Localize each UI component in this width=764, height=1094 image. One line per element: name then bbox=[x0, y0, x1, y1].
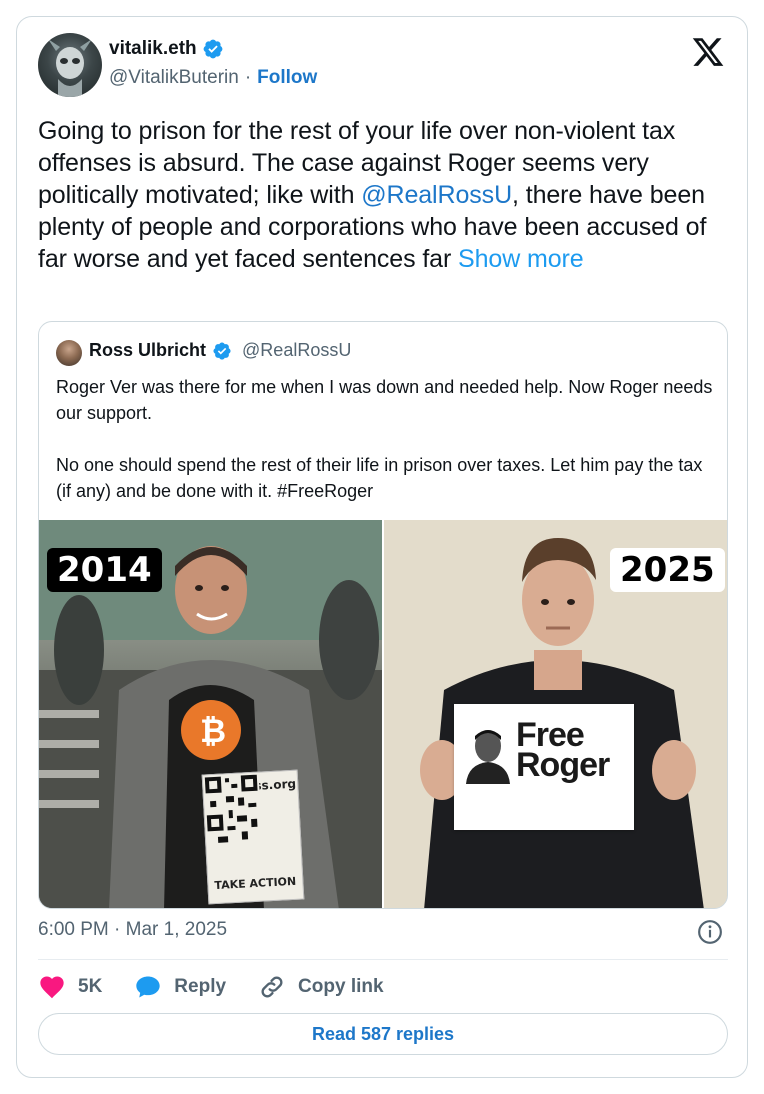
copy-link-button[interactable]: Copy link bbox=[258, 973, 384, 1001]
author-display-name[interactable]: vitalik.eth bbox=[109, 38, 197, 60]
follow-button[interactable]: Follow bbox=[257, 67, 317, 89]
svg-text:₿: ₿ bbox=[200, 712, 226, 750]
reply-bubble-icon bbox=[136, 976, 160, 998]
link-icon bbox=[261, 976, 283, 998]
like-count: 5K bbox=[78, 976, 103, 997]
footer-divider bbox=[38, 959, 728, 960]
year-badge-2014: 2014 bbox=[47, 548, 162, 592]
free-roger-sign: Free Roger bbox=[454, 704, 634, 830]
verified-badge-icon bbox=[213, 341, 231, 360]
show-more-link[interactable]: Show more bbox=[458, 245, 584, 273]
author-avatar[interactable] bbox=[38, 33, 102, 97]
quoted-tweet[interactable]: Ross Ulbricht @RealRossU Roger Ver was t… bbox=[38, 321, 728, 909]
photo-2014[interactable]: ₿ 2014 FreeRoss.org bbox=[39, 520, 382, 908]
reply-label: Reply bbox=[174, 976, 227, 997]
sign-line-roger: Roger bbox=[516, 746, 610, 784]
quoted-author-handle[interactable]: @RealRossU bbox=[242, 340, 351, 361]
copy-link-label: Copy link bbox=[298, 976, 384, 997]
tweet-embed-card: vitalik.eth @VitalikButerin · Follow Goi… bbox=[16, 16, 748, 1078]
like-button[interactable]: 5K bbox=[38, 973, 102, 1001]
reply-button[interactable]: Reply bbox=[134, 973, 226, 1001]
tweet-timestamp[interactable]: 6:00 PM · Mar 1, 2025 bbox=[38, 919, 227, 941]
freeross-sign: FreeRoss.org bbox=[201, 769, 305, 905]
quoted-author-avatar[interactable] bbox=[56, 340, 82, 366]
qr-code-icon bbox=[202, 772, 263, 848]
info-icon[interactable] bbox=[697, 919, 723, 945]
mention-link[interactable]: @RealRossU bbox=[361, 181, 512, 209]
x-logo-icon[interactable] bbox=[691, 35, 725, 69]
quoted-media[interactable]: ₿ 2014 FreeRoss.org bbox=[39, 520, 727, 908]
sign-cta: TAKE ACTION bbox=[214, 874, 297, 893]
handle-separator: · bbox=[244, 67, 252, 88]
verified-badge-icon bbox=[203, 39, 223, 59]
quoted-tweet-text: Roger Ver was there for me when I was do… bbox=[56, 377, 713, 501]
tweet-actions: 5K Reply Copy link bbox=[38, 973, 416, 1001]
heart-icon bbox=[40, 976, 64, 999]
photo-2025[interactable]: 2025 Free Roger bbox=[384, 520, 727, 908]
tweet-body: Going to prison for the rest of your lif… bbox=[38, 115, 728, 275]
year-badge-2025: 2025 bbox=[610, 548, 725, 592]
read-replies-button[interactable]: Read 587 replies bbox=[38, 1013, 728, 1055]
author-handle[interactable]: @VitalikButerin bbox=[109, 67, 239, 89]
roger-portrait-icon bbox=[466, 730, 510, 784]
quoted-author-name[interactable]: Ross Ulbricht bbox=[89, 340, 206, 361]
